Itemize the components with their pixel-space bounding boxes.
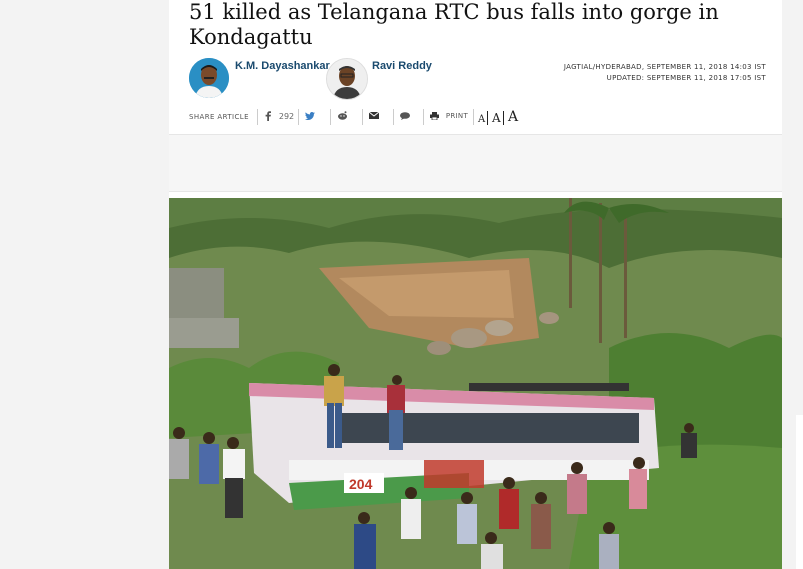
author-name-1[interactable]: K.M. Dayashankar <box>235 60 330 72</box>
facebook-icon <box>265 111 274 122</box>
article-headline: 51 killed as Telangana RTC bus falls int… <box>189 0 719 49</box>
divider <box>257 109 258 125</box>
divider <box>423 109 424 125</box>
author-avatar-2[interactable] <box>326 58 368 100</box>
article-column: 51 killed as Telangana RTC bus falls int… <box>169 0 782 569</box>
divider <box>393 109 394 125</box>
email-icon <box>368 111 380 121</box>
ad-slot <box>169 134 782 192</box>
divider <box>362 109 363 125</box>
comment-button[interactable] <box>400 111 410 121</box>
article-hero-image[interactable]: 204 <box>169 198 782 569</box>
email-share-button[interactable] <box>368 111 380 121</box>
facebook-share-button[interactable]: 292 <box>265 111 294 122</box>
bus-route-number: 204 <box>349 476 373 492</box>
dateline-updated: UPDATED: SEPTEMBER 11, 2018 17:05 IST <box>606 74 766 82</box>
twitter-share-button[interactable] <box>305 111 315 121</box>
divider <box>503 111 504 125</box>
share-article-label: SHARE ARTICLE <box>189 113 249 121</box>
divider <box>298 109 299 125</box>
print-button[interactable]: PRINT <box>430 111 468 121</box>
author-avatar-1[interactable] <box>189 58 229 98</box>
font-size-small-button[interactable]: A <box>478 114 485 125</box>
divider <box>473 109 474 125</box>
dateline: JAGTIAL/HYDERABAD, SEPTEMBER 11, 2018 14… <box>564 62 766 84</box>
comment-icon <box>400 111 410 121</box>
twitter-icon <box>305 111 315 121</box>
bus-accident-photo: 204 <box>169 198 782 569</box>
print-label: PRINT <box>445 112 469 120</box>
reddit-share-button[interactable] <box>337 111 348 121</box>
author-byline: K.M. Dayashankar Ravi Reddy JAGTIAL/HYDE… <box>189 58 766 102</box>
reddit-icon <box>337 111 348 121</box>
font-size-medium-button[interactable]: A <box>492 111 501 125</box>
divider <box>487 111 488 125</box>
divider <box>330 109 331 125</box>
print-icon <box>430 111 442 121</box>
font-size-large-button[interactable]: A <box>508 109 518 125</box>
dateline-published: JAGTIAL/HYDERABAD, SEPTEMBER 11, 2018 14… <box>563 63 766 71</box>
right-gutter <box>796 415 803 569</box>
author-name-2[interactable]: Ravi Reddy <box>372 60 432 72</box>
share-bar: SHARE ARTICLE 292 PRINT A A A <box>189 108 764 128</box>
facebook-share-count: 292 <box>278 111 295 121</box>
